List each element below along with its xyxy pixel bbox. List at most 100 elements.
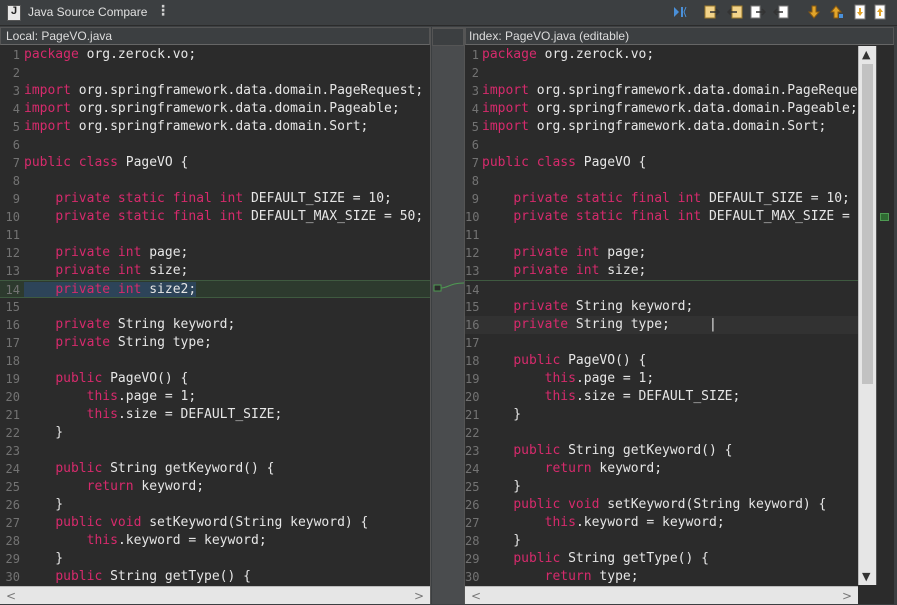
- code-line[interactable]: 15 private String keyword;: [465, 298, 858, 316]
- code-line[interactable]: 4 import org.springframework.data.domain.…: [0, 100, 430, 118]
- code-line[interactable]: 10 private static final int DEFAULT_MAX_…: [0, 208, 430, 226]
- code-line[interactable]: 5 import org.springframework.data.domain.…: [465, 118, 858, 136]
- code-line[interactable]: 12 private int page;: [0, 244, 430, 262]
- code-line[interactable]: 26 }: [0, 496, 430, 514]
- code-line[interactable]: 15: [0, 298, 430, 316]
- code-line[interactable]: 10 private static final int DEFAULT_MAX_…: [465, 208, 858, 226]
- code-line[interactable]: 25 }: [465, 478, 858, 496]
- diff-overview-ruler[interactable]: [876, 46, 894, 585]
- code-line[interactable]: 6: [465, 136, 858, 154]
- code-line[interactable]: 20 this.size = DEFAULT_SIZE;: [465, 388, 858, 406]
- next-difference-icon[interactable]: [806, 4, 822, 20]
- line-text: import org.springframework.data.domain.S…: [482, 118, 826, 136]
- code-line[interactable]: 23: [0, 442, 430, 460]
- code-line[interactable]: 19 this.page = 1;: [465, 370, 858, 388]
- code-line[interactable]: 30 public String getType() {: [0, 568, 430, 584]
- scroll-right-arrow-icon[interactable]: >: [842, 589, 852, 603]
- code-line[interactable]: 9 private static final int DEFAULT_SIZE …: [0, 190, 430, 208]
- scroll-left-arrow-icon[interactable]: <: [6, 589, 16, 603]
- code-line[interactable]: 11: [465, 226, 858, 244]
- keyword-token: this: [86, 407, 118, 422]
- code-line[interactable]: 5 import org.springframework.data.domain.…: [0, 118, 430, 136]
- keyword-token: public: [55, 461, 103, 476]
- code-line[interactable]: 2: [465, 64, 858, 82]
- code-line[interactable]: 7 public class PageVO {: [465, 154, 858, 172]
- code-line[interactable]: 13 private int size;: [465, 262, 858, 280]
- code-token: String type;: [110, 335, 212, 350]
- code-line[interactable]: 11: [0, 226, 430, 244]
- code-line[interactable]: 28 this.keyword = keyword;: [0, 532, 430, 550]
- code-line[interactable]: 13 private int size;: [0, 262, 430, 280]
- previous-difference-icon[interactable]: [828, 4, 844, 20]
- code-line[interactable]: 19 public PageVO() {: [0, 370, 430, 388]
- line-text: }: [24, 550, 63, 568]
- code-line[interactable]: 29 public String getType() {: [465, 550, 858, 568]
- copy-all-left-to-right-icon[interactable]: [704, 4, 720, 20]
- copy-current-right-to-left-icon[interactable]: [773, 4, 789, 20]
- code-line[interactable]: 7 public class PageVO {: [0, 154, 430, 172]
- code-line[interactable]: 21 }: [465, 406, 858, 424]
- line-text: this.page = 1;: [24, 388, 197, 406]
- line-number: 14: [5, 283, 20, 297]
- code-line[interactable]: 27 this.keyword = keyword;: [465, 514, 858, 532]
- code-line[interactable]: 21 this.size = DEFAULT_SIZE;: [0, 406, 430, 424]
- code-line[interactable]: 8: [0, 172, 430, 190]
- code-line[interactable]: 20 this.page = 1;: [0, 388, 430, 406]
- code-line[interactable]: 12 private int page;: [465, 244, 858, 262]
- ignore-whitespace-icon[interactable]: [672, 4, 688, 20]
- code-line[interactable]: 27 public void setKeyword(String keyword…: [0, 514, 430, 532]
- code-line[interactable]: 4 import org.springframework.data.domain.…: [465, 100, 858, 118]
- code-line[interactable]: 18: [0, 352, 430, 370]
- scroll-down-arrow-icon[interactable]: ▼: [862, 570, 870, 583]
- code-line[interactable]: 22 }: [0, 424, 430, 442]
- code-line[interactable]: 17: [465, 334, 858, 352]
- keyword-token: import: [482, 83, 529, 98]
- code-line[interactable]: 16 private String type; |: [465, 316, 858, 334]
- view-menu-icon[interactable]: ⋮: [156, 3, 170, 19]
- line-number: 8: [12, 174, 20, 188]
- code-token: }: [482, 479, 522, 494]
- right-code-editor[interactable]: 1 package org.zerock.vo; 2 3 import org.spri…: [465, 46, 858, 584]
- copy-current-left-to-right-icon[interactable]: [750, 4, 766, 20]
- copy-all-right-to-left-icon[interactable]: [727, 4, 743, 20]
- code-line[interactable]: 2: [0, 64, 430, 82]
- scroll-left-arrow-icon[interactable]: <: [471, 589, 481, 603]
- code-line[interactable]: 14 private int size2;: [0, 280, 430, 298]
- code-line[interactable]: 28 }: [465, 532, 858, 550]
- code-line[interactable]: 23 public String getKeyword() {: [465, 442, 858, 460]
- line-number: 26: [5, 498, 20, 512]
- previous-change-icon[interactable]: [872, 4, 888, 20]
- code-line[interactable]: 1 package org.zerock.vo;: [465, 46, 858, 64]
- diff-overview-marker[interactable]: [880, 213, 889, 221]
- code-line[interactable]: 29 }: [0, 550, 430, 568]
- left-code-editor[interactable]: 1 package org.zerock.vo; 2 3 import org.spri…: [0, 46, 430, 584]
- code-line[interactable]: 24 public String getKeyword() {: [0, 460, 430, 478]
- line-number: 3: [12, 84, 20, 98]
- keyword-token: public void: [513, 497, 600, 512]
- right-vertical-scrollbar[interactable]: ▲ ▼: [858, 46, 876, 585]
- code-line[interactable]: 26 public void setKeyword(String keyword…: [465, 496, 858, 514]
- code-line[interactable]: 1 package org.zerock.vo;: [0, 46, 430, 64]
- code-line[interactable]: 3 import org.springframework.data.domain.…: [0, 82, 430, 100]
- left-horizontal-scrollbar[interactable]: < >: [0, 586, 430, 604]
- code-line[interactable]: 8: [465, 172, 858, 190]
- code-line[interactable]: 9 private static final int DEFAULT_SIZE …: [465, 190, 858, 208]
- scroll-right-arrow-icon[interactable]: >: [414, 589, 424, 603]
- code-line[interactable]: 14: [465, 280, 858, 298]
- code-line[interactable]: 6: [0, 136, 430, 154]
- code-line[interactable]: 22: [465, 424, 858, 442]
- code-line[interactable]: 3 import org.springframework.data.domain.…: [465, 82, 858, 100]
- line-text: public String getKeyword() {: [24, 460, 274, 478]
- code-line[interactable]: 17 private String type;: [0, 334, 430, 352]
- code-line[interactable]: 16 private String keyword;: [0, 316, 430, 334]
- scroll-up-arrow-icon[interactable]: ▲: [862, 48, 870, 61]
- code-line[interactable]: 18 public PageVO() {: [465, 352, 858, 370]
- code-line[interactable]: 25 return keyword;: [0, 478, 430, 496]
- next-change-icon[interactable]: [852, 4, 868, 20]
- code-line[interactable]: 30 return type;: [465, 568, 858, 584]
- right-horizontal-scrollbar[interactable]: < >: [465, 586, 858, 604]
- code-line[interactable]: 24 return keyword;: [465, 460, 858, 478]
- keyword-token: private static final int: [55, 209, 244, 224]
- vertical-scroll-thumb[interactable]: [862, 64, 873, 384]
